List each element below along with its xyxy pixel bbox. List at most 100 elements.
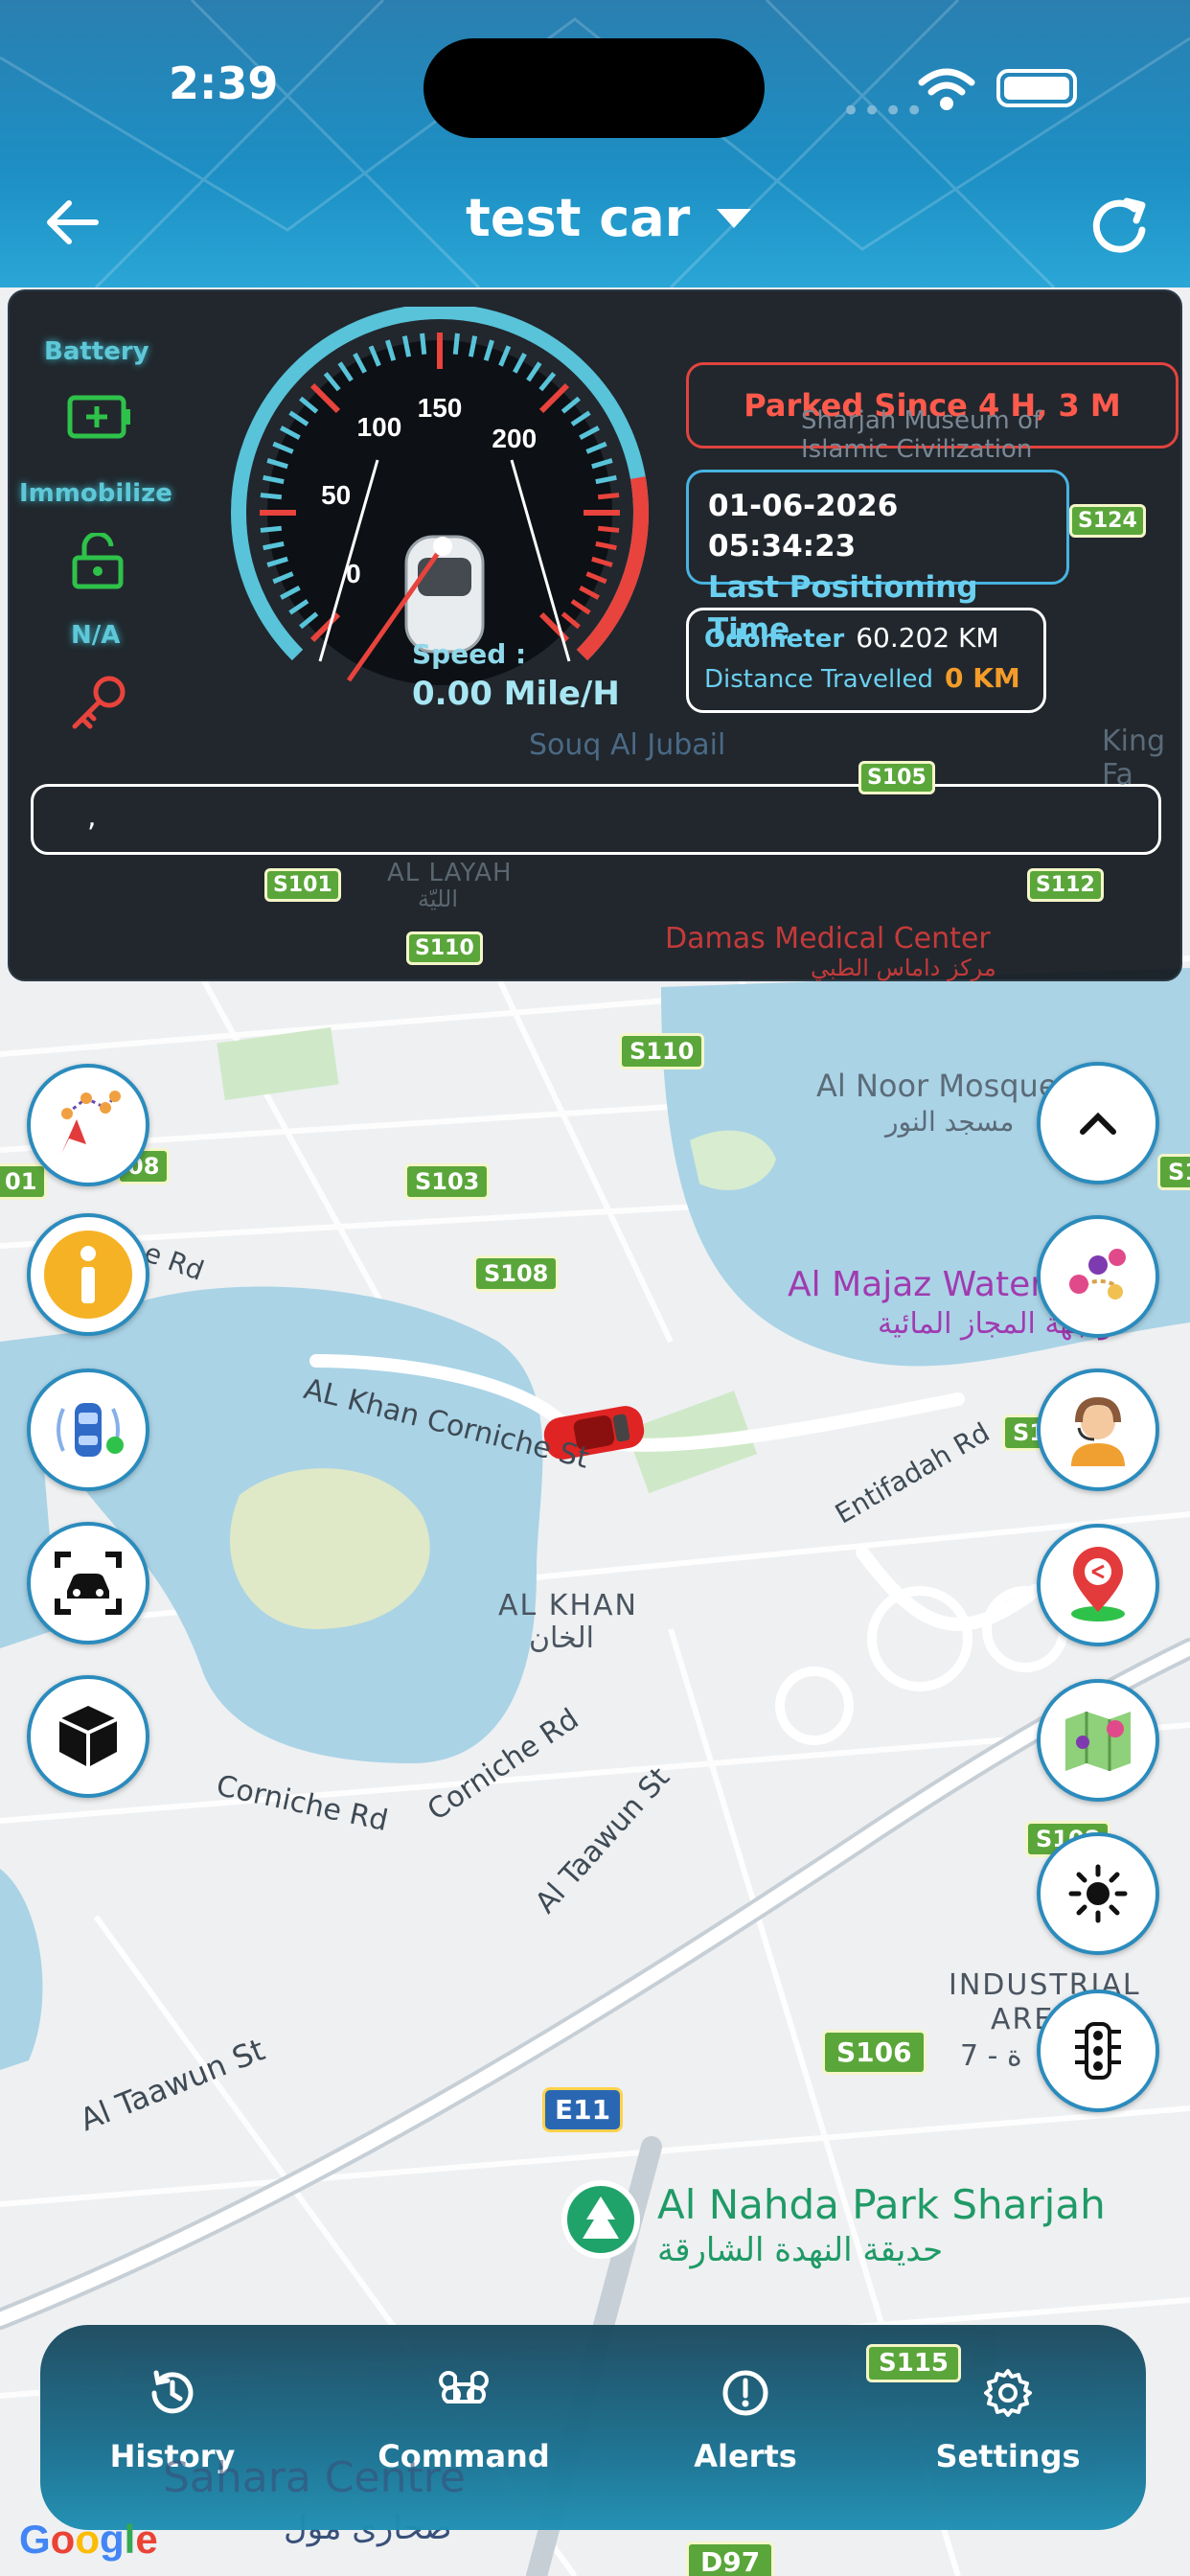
back-arrow-icon[interactable] <box>42 192 103 253</box>
sensors-button[interactable] <box>27 1368 149 1491</box>
distance-label: Distance Travelled <box>704 665 933 694</box>
map-label-king: King Fa <box>1102 724 1166 792</box>
battery-label: Battery <box>44 337 149 366</box>
road-badge: S103 <box>404 1163 491 1200</box>
na-label: N/A <box>71 621 121 650</box>
support-button[interactable] <box>1037 1368 1159 1491</box>
refresh-icon[interactable] <box>1085 192 1156 263</box>
last-position-box: 01-06-2026 05:34:23 Last Positioning Tim… <box>686 470 1069 647</box>
position-time-value: 01-06-2026 05:34:23 <box>708 489 899 564</box>
park-pin <box>561 2180 640 2259</box>
alert-icon <box>722 2370 768 2416</box>
gauge-tick-label: 200 <box>492 424 537 453</box>
road-badge: S101 <box>264 868 341 902</box>
road-badge: S106 <box>822 2030 927 2075</box>
wifi-icon <box>918 68 975 110</box>
route-navigation-icon <box>61 1091 121 1154</box>
battery-icon <box>67 395 130 439</box>
speed-label: Speed : <box>412 638 527 670</box>
road-badge: S124 <box>1069 504 1146 538</box>
odometer-label: Odometer <box>704 625 845 654</box>
gauge-tick <box>597 525 620 533</box>
history-icon <box>151 2370 194 2414</box>
app-header: 2:39 •••• test car <box>0 0 1190 288</box>
car-sensors-icon <box>57 1403 124 1457</box>
signal-dots: •••• <box>841 92 927 130</box>
folded-map-icon <box>1065 1712 1131 1771</box>
places-button[interactable] <box>1037 1215 1159 1338</box>
share-location-button[interactable] <box>1037 1524 1159 1646</box>
road-badge: S110 <box>406 932 483 965</box>
car-scan-icon <box>55 1552 122 1615</box>
key-icon <box>72 676 126 729</box>
map-label-al-layah: AL LAYAH <box>387 859 513 887</box>
road-badge: E11 <box>542 2087 624 2132</box>
status-time: 2:39 <box>169 58 279 109</box>
gauge-tick-label: 150 <box>418 393 463 423</box>
road-badge: S1 <box>1157 1154 1190 1190</box>
road-badge: S108 <box>473 1255 560 1292</box>
odometer-box: Odometer 60.202 KM Distance Travelled 0 … <box>686 608 1046 713</box>
3d-view-button[interactable] <box>27 1675 149 1798</box>
road-badge: S115 <box>866 2344 961 2382</box>
route-planner-button[interactable] <box>27 1064 149 1186</box>
vehicle-selector[interactable]: test car <box>466 188 753 248</box>
nav-settings-label: Settings <box>935 2438 1081 2474</box>
gauge-tick <box>260 493 283 500</box>
gauge-tick <box>452 333 460 356</box>
location-pins-icon <box>1069 1249 1126 1300</box>
road-badge: S105 <box>858 761 935 794</box>
map-type-button[interactable] <box>1037 1679 1159 1802</box>
share-location-icon <box>1071 1547 1125 1622</box>
gauge-needle-hub <box>433 537 452 556</box>
chevron-down-icon <box>717 208 752 228</box>
map-label-nahda-ar: حديقة النهدة الشارقة <box>657 2231 944 2269</box>
battery-status-icon <box>996 69 1077 107</box>
car-windshield <box>418 558 471 596</box>
nav-alerts[interactable]: Alerts <box>640 2367 851 2474</box>
road-badge: D97 <box>686 2542 775 2576</box>
speed-value: 0.00 Mile/H <box>412 675 620 713</box>
camera-notch <box>423 38 765 138</box>
distance-value: 0 KM <box>944 662 1020 694</box>
map-label-sahara: Sahara Centre <box>163 2453 466 2502</box>
support-agent-icon <box>1071 1396 1125 1466</box>
day-night-icon <box>1068 1864 1128 1923</box>
info-icon <box>44 1230 132 1319</box>
gauge-tick-label: 50 <box>321 480 351 510</box>
gauge-tick <box>420 333 427 356</box>
map-label-souq: Souq Al Jubail <box>529 728 726 762</box>
collapse-button[interactable] <box>1037 1062 1159 1184</box>
map-label-al-noor-ar: مسجد النور <box>885 1106 1015 1138</box>
map-label-nahda: Al Nahda Park Sharjah <box>657 2181 1106 2228</box>
map-label-museum: Sharjah Museum of Islamic Civilization <box>801 406 1042 464</box>
traffic-light-icon <box>1075 2022 1121 2080</box>
page-title: test car <box>466 188 691 248</box>
cube-icon <box>58 1706 118 1767</box>
map-label-majaz: Al Majaz Waterfr <box>788 1265 1071 1304</box>
tracking-screen: Sharjah Museum of Islamic Civilization S… <box>0 0 1190 2576</box>
map-label-damas: Damas Medical Center <box>665 922 991 955</box>
gauge-tick <box>260 525 283 533</box>
info-button[interactable] <box>27 1213 149 1336</box>
vehicle-dashboard-panel: Battery Immobilize N/A 0 50 100 150 200 Spee… <box>8 289 1182 981</box>
gauge-tick <box>597 493 620 500</box>
address-field: , <box>31 784 1161 855</box>
road-badge: 01 <box>0 1163 48 1200</box>
nav-alerts-label: Alerts <box>694 2438 797 2474</box>
gauge-tick-label: 100 <box>357 412 402 442</box>
traffic-button[interactable] <box>1037 1990 1159 2112</box>
chevron-up-icon <box>1080 1112 1116 1135</box>
map-label-al-khan: AL KHAN <box>498 1589 638 1622</box>
map-label-al-khan-ar: الخان <box>529 1622 595 1655</box>
odometer-value: 60.202 KM <box>856 622 999 654</box>
map-label-al-noor: Al Noor Mosque <box>816 1068 1058 1104</box>
command-icon <box>439 2371 489 2404</box>
car-scan-button[interactable] <box>27 1522 149 1644</box>
unlock-icon[interactable] <box>69 533 126 590</box>
nav-settings[interactable]: Settings <box>903 2367 1113 2474</box>
map-label-al-layah-ar: الليّة <box>418 886 459 912</box>
road-badge: S112 <box>1027 868 1104 902</box>
theme-toggle-button[interactable] <box>1037 1832 1159 1955</box>
gear-icon <box>984 2369 1032 2417</box>
